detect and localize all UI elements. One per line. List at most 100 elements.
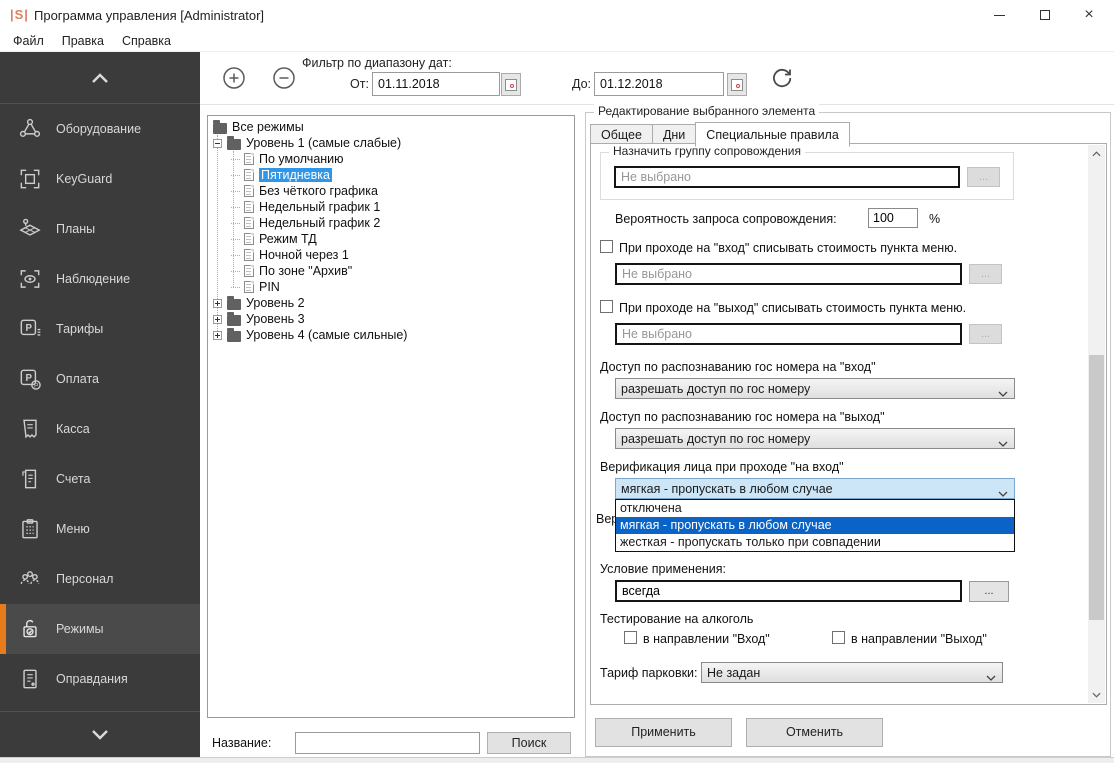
zoom-out-button[interactable] [270, 64, 298, 92]
charge-in-browse-button[interactable]: ... [969, 264, 1002, 284]
parking-tariff-select[interactable]: Не задан [701, 662, 1003, 683]
svg-text:P: P [25, 323, 32, 334]
charge-out-checkbox[interactable] [600, 300, 613, 313]
sidebar-item-personnel[interactable]: Персонал [0, 554, 200, 604]
refresh-button[interactable] [768, 64, 796, 92]
cancel-button[interactable]: Отменить [746, 718, 883, 747]
dropdown-option[interactable]: отключена [616, 500, 1014, 517]
tree-item[interactable]: Ночной через 1 [210, 247, 572, 263]
minimize-icon [993, 14, 1005, 16]
charge-in-checkbox[interactable] [600, 240, 613, 253]
date-from-calendar-button[interactable] [501, 73, 521, 96]
expand-icon[interactable] [213, 298, 222, 308]
charge-out-browse-button[interactable]: ... [969, 324, 1002, 344]
special-rules-page: Назначить группу сопровождения ... Вероя… [590, 143, 1107, 705]
menu-help[interactable]: Справка [113, 32, 180, 50]
escort-group-input[interactable] [614, 166, 960, 188]
sidebar-item-excuses[interactable]: Оправдания [0, 654, 200, 704]
menu-bar: Файл Правка Справка [0, 30, 1114, 52]
folder-icon [227, 135, 241, 150]
charge-in-label: При проходе на "вход" списывать стоимост… [619, 241, 958, 255]
chevron-down-icon [998, 436, 1008, 448]
probability-input[interactable] [868, 208, 918, 228]
sidebar-scroll-up[interactable] [0, 52, 200, 104]
folder-icon [227, 295, 241, 310]
minus-circle-icon [273, 67, 295, 89]
tree-level1[interactable]: Уровень 1 (самые слабые) [210, 135, 572, 151]
charge-out-input[interactable] [615, 323, 962, 345]
scroll-up-arrow[interactable] [1088, 145, 1105, 162]
sidebar-item-tariffs[interactable]: P Тарифы [0, 304, 200, 354]
tree-guide-line [233, 151, 234, 287]
search-row: Название: Поиск [207, 731, 575, 755]
chevron-up-icon [92, 72, 108, 83]
apply-button[interactable]: Применить [595, 718, 732, 747]
clipboard-icon [17, 516, 43, 542]
minimize-button[interactable] [976, 0, 1022, 30]
collapse-icon[interactable] [213, 138, 222, 148]
tree-item[interactable]: Недельный график 2 [210, 215, 572, 231]
close-button[interactable]: × [1066, 0, 1112, 30]
sidebar-item-modes[interactable]: Режимы [0, 604, 200, 654]
face-in-select[interactable]: мягкая - пропускать в любом случае [615, 478, 1015, 499]
date-to-input[interactable] [594, 72, 724, 96]
expand-icon[interactable] [213, 330, 222, 340]
tree-item[interactable]: PIN [210, 279, 572, 295]
plate-out-select[interactable]: разрешать доступ по гос номеру [615, 428, 1015, 449]
tree-level2[interactable]: Уровень 2 [210, 295, 572, 311]
alcohol-label: Тестирование на алкоголь [600, 612, 754, 626]
maximize-button[interactable] [1022, 0, 1068, 30]
document-icon [244, 233, 254, 245]
sidebar-item-invoices[interactable]: Счета [0, 454, 200, 504]
tab-special-rules[interactable]: Специальные правила [695, 122, 850, 147]
menu-file[interactable]: Файл [4, 32, 53, 50]
search-button[interactable]: Поиск [487, 732, 571, 754]
sidebar-item-cashbox[interactable]: Касса [0, 404, 200, 454]
padlock-check-icon [17, 616, 43, 642]
tree-level3[interactable]: Уровень 3 [210, 311, 572, 327]
chevron-down-icon [92, 729, 108, 740]
maximize-icon [1040, 10, 1050, 20]
document-icon [244, 185, 254, 197]
tree-item[interactable]: По умолчанию [210, 151, 572, 167]
close-icon: × [1084, 6, 1094, 23]
chevron-down-icon [998, 486, 1008, 498]
sidebar-item-equipment[interactable]: Оборудование [0, 104, 200, 154]
toolbar: Фильтр по диапазону дат: От: До: [200, 52, 1114, 105]
sidebar-item-keyguard[interactable]: KeyGuard [0, 154, 200, 204]
tree-item[interactable]: По зоне "Архив" [210, 263, 572, 279]
name-search-input[interactable] [295, 732, 480, 754]
plate-in-select[interactable]: разрешать доступ по гос номеру [615, 378, 1015, 399]
sidebar-item-observation[interactable]: Наблюдение [0, 254, 200, 304]
vertical-scrollbar[interactable] [1088, 145, 1105, 703]
tree-item[interactable]: Без чёткого графика [210, 183, 572, 199]
sidebar-scroll-down[interactable] [0, 711, 200, 757]
menu-edit[interactable]: Правка [53, 32, 113, 50]
tree-level4[interactable]: Уровень 4 (самые сильные) [210, 327, 572, 343]
alcohol-out-checkbox[interactable] [832, 631, 845, 644]
sidebar-item-menu-items[interactable]: Меню [0, 504, 200, 554]
alcohol-in-checkbox[interactable] [624, 631, 637, 644]
sidebar-item-plans[interactable]: Планы [0, 204, 200, 254]
scroll-down-arrow[interactable] [1088, 686, 1105, 703]
tree-item-selected[interactable]: Пятидневка [210, 167, 572, 183]
tree-item[interactable]: Недельный график 1 [210, 199, 572, 215]
alcohol-in-label: в направлении "Вход" [643, 632, 770, 646]
escort-browse-button[interactable]: ... [967, 167, 1000, 187]
tree-root[interactable]: Все режимы [210, 119, 572, 135]
dropdown-option-selected[interactable]: мягкая - пропускать в любом случае [616, 517, 1014, 534]
eye-icon [17, 266, 43, 292]
dropdown-option[interactable]: жесткая - пропускать только при совпаден… [616, 534, 1014, 551]
date-from-input[interactable] [372, 72, 500, 96]
sidebar-item-payment[interactable]: PP Оплата [0, 354, 200, 404]
condition-input[interactable] [615, 580, 962, 602]
tree-item[interactable]: Режим ТД [210, 231, 572, 247]
zoom-in-button[interactable] [220, 64, 248, 92]
date-from-label: От: [350, 77, 369, 91]
condition-browse-button[interactable]: ... [969, 581, 1009, 602]
people-icon [17, 566, 43, 592]
expand-icon[interactable] [213, 314, 222, 324]
charge-in-input[interactable] [615, 263, 962, 285]
scrollbar-thumb[interactable] [1089, 355, 1104, 620]
date-to-calendar-button[interactable] [727, 73, 747, 96]
